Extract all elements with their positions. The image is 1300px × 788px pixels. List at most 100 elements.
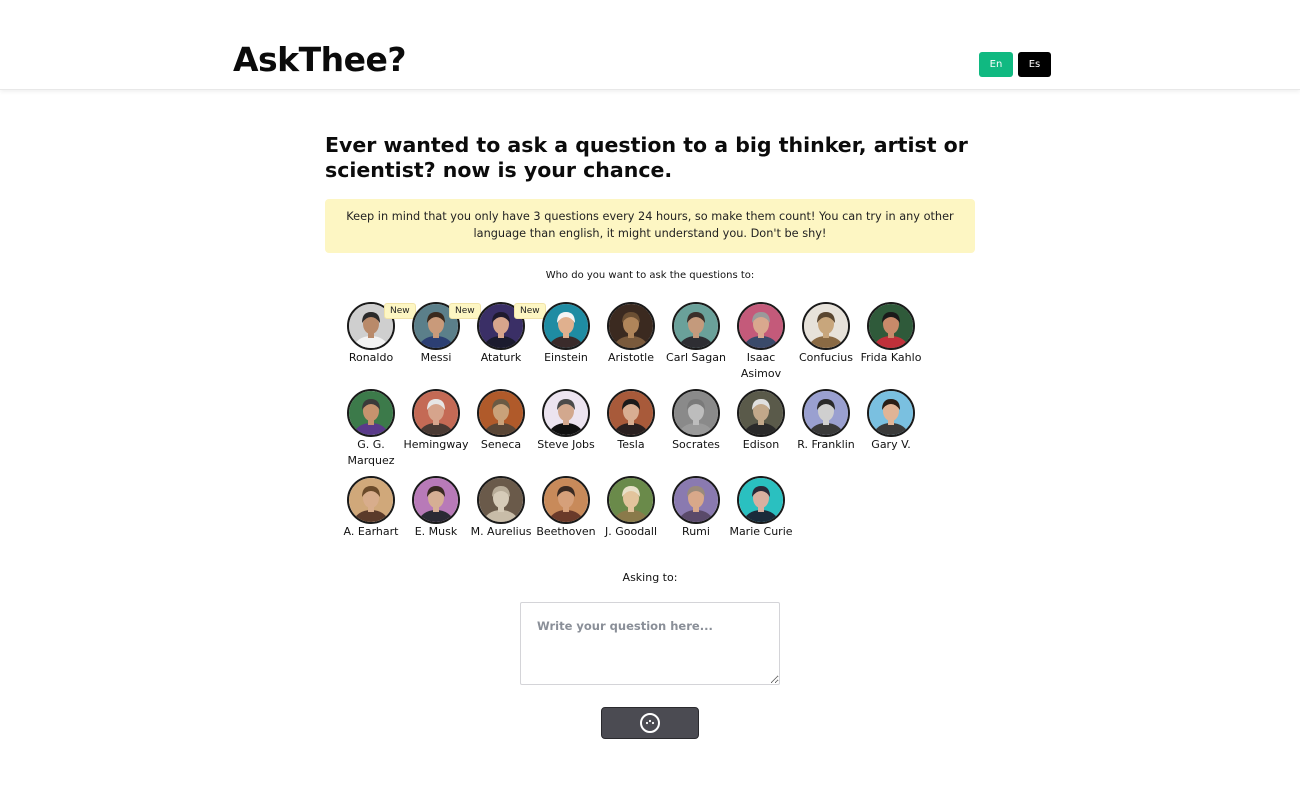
portrait-icon <box>349 478 393 522</box>
person-option[interactable]: Frida Kahlo <box>856 302 926 366</box>
person-name: Rumi <box>682 525 710 538</box>
person-option[interactable]: A. Earhart <box>336 476 406 540</box>
portrait-icon <box>804 304 848 348</box>
person-avatar[interactable] <box>347 389 395 437</box>
person-name: Confucius <box>798 351 854 364</box>
person-avatar[interactable] <box>672 389 720 437</box>
person-option[interactable]: Gary V. <box>856 389 926 453</box>
portrait-icon <box>349 391 393 435</box>
language-en-button[interactable]: En <box>979 52 1013 77</box>
person-avatar[interactable] <box>607 476 655 524</box>
portrait-icon <box>544 304 588 348</box>
person-option[interactable]: Aristotle <box>596 302 666 366</box>
person-option[interactable]: Steve Jobs <box>531 389 601 453</box>
person-avatar[interactable] <box>542 476 590 524</box>
portrait-icon <box>609 478 653 522</box>
choose-person-prompt: Who do you want to ask the questions to: <box>545 270 755 281</box>
person-avatar[interactable] <box>607 389 655 437</box>
page-headline: Ever wanted to ask a question to a big t… <box>325 133 968 182</box>
person-option[interactable]: Marie Curie <box>726 476 796 540</box>
site-header: AskThee? En Es <box>0 0 1300 90</box>
person-option[interactable]: Carl Sagan <box>661 302 731 366</box>
person-option[interactable]: Socrates <box>661 389 731 453</box>
person-option[interactable]: New Ronaldo <box>336 302 416 366</box>
loading-spinner-icon <box>640 713 660 733</box>
portrait-icon <box>414 478 458 522</box>
person-option[interactable]: R. Franklin <box>791 389 861 453</box>
person-avatar[interactable] <box>737 476 785 524</box>
person-name: Socrates <box>672 438 720 451</box>
portrait-icon <box>869 304 913 348</box>
person-avatar[interactable] <box>737 389 785 437</box>
portrait-icon <box>674 304 718 348</box>
person-option[interactable]: Seneca <box>466 389 536 453</box>
person-avatar[interactable] <box>542 389 590 437</box>
person-option[interactable]: Rumi <box>661 476 731 540</box>
person-name: Aristotle <box>607 351 654 364</box>
person-option[interactable]: G. G. Marquez <box>336 389 406 469</box>
portrait-icon <box>609 304 653 348</box>
person-name: Beethoven <box>536 525 596 538</box>
language-es-button[interactable]: Es <box>1018 52 1051 77</box>
person-avatar[interactable] <box>737 302 785 350</box>
portrait-icon <box>804 391 848 435</box>
person-avatar[interactable] <box>412 389 460 437</box>
portrait-icon <box>414 391 458 435</box>
portrait-icon <box>479 478 523 522</box>
person-avatar[interactable] <box>477 476 525 524</box>
person-name: Ataturk <box>480 351 522 364</box>
person-name: Edison <box>742 438 780 451</box>
person-name: Ronaldo <box>348 351 394 364</box>
person-name: Gary V. <box>871 438 911 451</box>
person-name: J. Goodall <box>604 525 658 538</box>
person-name: Carl Sagan <box>666 351 726 364</box>
person-option[interactable]: E. Musk <box>401 476 471 540</box>
portrait-icon <box>739 391 783 435</box>
person-name: R. Franklin <box>797 438 855 451</box>
site-logo[interactable]: AskThee? <box>233 40 407 79</box>
person-avatar[interactable] <box>542 302 590 350</box>
person-option[interactable]: Edison <box>726 389 796 453</box>
asking-to-label: Asking to: <box>622 571 678 584</box>
person-option[interactable]: Einstein <box>531 302 601 366</box>
person-avatar[interactable] <box>347 476 395 524</box>
person-avatar[interactable] <box>412 476 460 524</box>
portrait-icon <box>739 478 783 522</box>
portrait-icon <box>544 391 588 435</box>
person-option[interactable]: Confucius <box>791 302 861 366</box>
person-avatar[interactable] <box>477 389 525 437</box>
question-input[interactable] <box>520 602 780 685</box>
person-avatar[interactable] <box>672 302 720 350</box>
portrait-icon <box>869 391 913 435</box>
person-option[interactable]: New Ataturk <box>466 302 546 366</box>
person-name: Frida Kahlo <box>860 351 922 364</box>
person-option[interactable]: Tesla <box>596 389 666 453</box>
portrait-icon <box>479 391 523 435</box>
person-option[interactable]: J. Goodall <box>596 476 666 540</box>
person-option[interactable]: M. Aurelius <box>466 476 536 540</box>
person-option[interactable]: Isaac Asimov <box>726 302 796 382</box>
person-name: Einstein <box>544 351 588 364</box>
person-avatar[interactable] <box>802 389 850 437</box>
portrait-icon <box>674 391 718 435</box>
person-name: G. G. Marquez <box>347 438 395 467</box>
submit-button[interactable] <box>601 707 699 739</box>
portrait-icon <box>739 304 783 348</box>
person-avatar[interactable] <box>607 302 655 350</box>
person-avatar[interactable] <box>867 302 915 350</box>
person-avatar[interactable] <box>672 476 720 524</box>
portrait-icon <box>674 478 718 522</box>
person-option[interactable]: New Messi <box>401 302 481 366</box>
person-avatar[interactable] <box>867 389 915 437</box>
person-option[interactable]: Hemingway <box>401 389 471 453</box>
portrait-icon <box>544 478 588 522</box>
person-name: Tesla <box>617 438 645 451</box>
usage-notice: Keep in mind that you only have 3 questi… <box>325 199 975 253</box>
person-avatar[interactable] <box>802 302 850 350</box>
portrait-icon <box>609 391 653 435</box>
person-name: Messi <box>420 351 452 364</box>
person-name: Marie Curie <box>729 525 793 538</box>
person-name: E. Musk <box>414 525 458 538</box>
person-option[interactable]: Beethoven <box>531 476 601 540</box>
person-name: Seneca <box>480 438 522 451</box>
